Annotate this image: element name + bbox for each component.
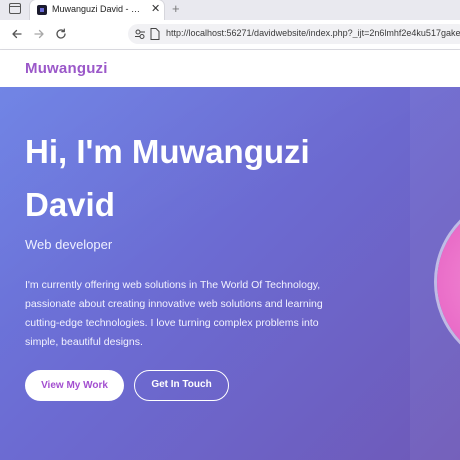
hero-title-line-1: Hi, I'm Muwanguzi	[25, 133, 310, 170]
view-my-work-button[interactable]: View My Work	[25, 370, 124, 401]
hero-title: Hi, I'm Muwanguzi David	[25, 125, 405, 231]
site-header: Muwanguzi	[0, 50, 460, 87]
reload-icon[interactable]	[53, 26, 69, 42]
browser-tab-active[interactable]: Muwanguzi David - Web developer ✕	[30, 0, 164, 20]
url-text: http://localhost:56271/davidwebsite/inde…	[166, 28, 460, 38]
address-bar[interactable]: http://localhost:56271/davidwebsite/inde…	[128, 24, 460, 44]
close-tab-icon[interactable]: ✕	[151, 3, 160, 15]
hero-description: I'm currently offering web solutions in …	[25, 279, 323, 348]
back-arrow-icon[interactable]	[9, 26, 25, 42]
hero-subtitle: Web developer	[25, 237, 113, 252]
get-in-touch-button[interactable]: Get In Touch	[134, 370, 229, 401]
hero-section: Hi, I'm Muwanguzi David Web developer I'…	[0, 87, 460, 460]
page-icon	[150, 28, 160, 40]
site-logo[interactable]: Muwanguzi	[25, 60, 108, 77]
tab-title: Muwanguzi David - Web developer	[52, 4, 148, 14]
new-tab-icon[interactable]: +	[172, 2, 180, 16]
forward-arrow-icon[interactable]	[31, 26, 47, 42]
site-info-icon[interactable]	[134, 28, 146, 40]
browser-toolbar: http://localhost:56271/davidwebsite/inde…	[0, 20, 460, 50]
hero-title-line-2: David	[25, 186, 115, 223]
tab-actions-icon[interactable]	[9, 3, 21, 14]
site-favicon-icon	[37, 5, 47, 15]
browser-tab-bar: Muwanguzi David - Web developer ✕ +	[0, 0, 460, 20]
